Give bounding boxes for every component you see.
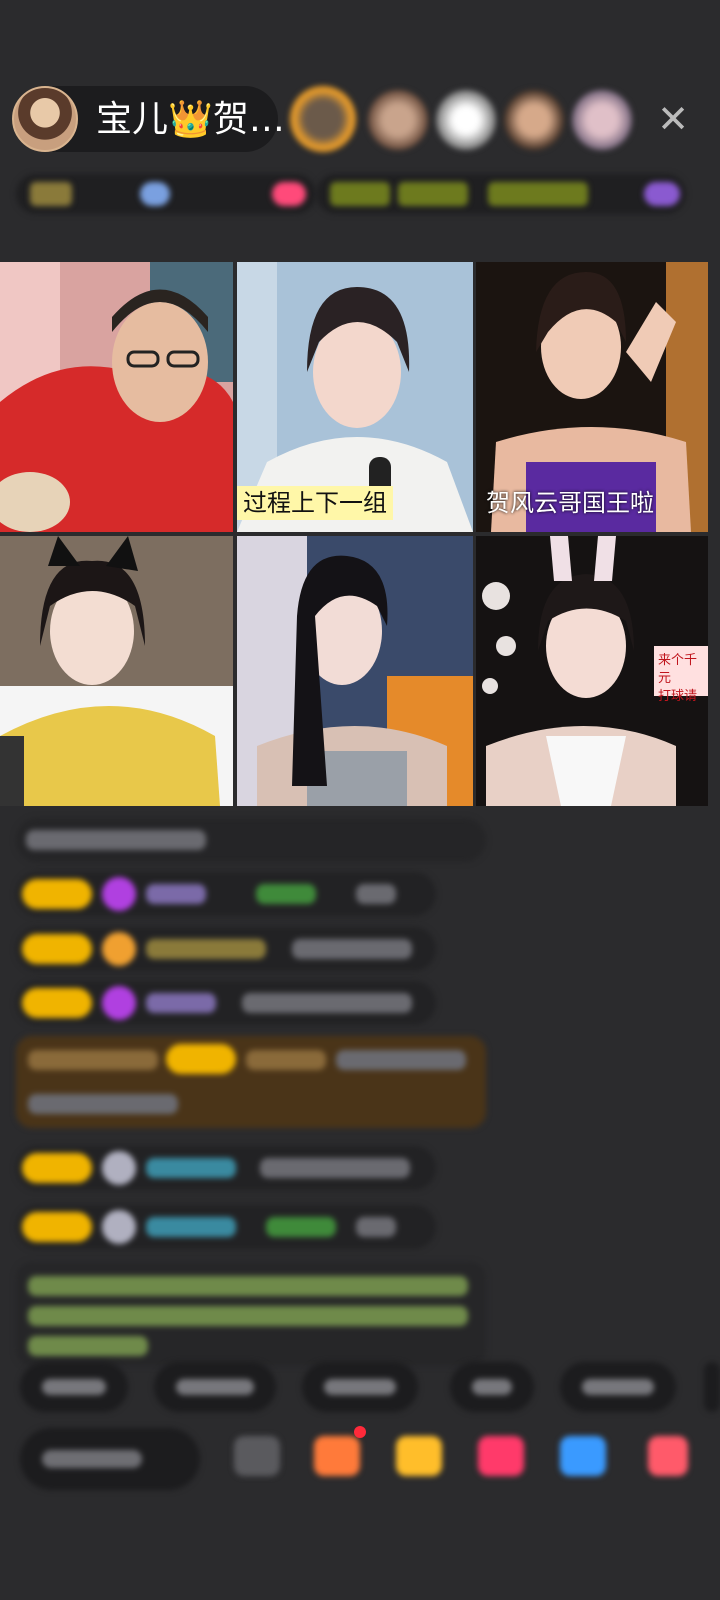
video-tile-6[interactable]: 来个千元 打球请	[476, 536, 708, 806]
ticker-item	[140, 182, 170, 206]
ticker-item	[398, 182, 468, 206]
tile-caption: 过程上下一组	[237, 486, 393, 520]
chat-message[interactable]	[16, 818, 486, 862]
tile-side-note: 来个千元 打球请	[658, 652, 708, 706]
video-tile-4[interactable]	[0, 536, 233, 806]
video-tile-2[interactable]: 过程上下一组	[237, 262, 473, 532]
side-note-line: 来个千元	[658, 653, 698, 686]
ticker-item	[488, 182, 588, 206]
gift-icon[interactable]	[396, 1436, 442, 1476]
heart-icon[interactable]	[478, 1436, 524, 1476]
ticker-item	[330, 182, 390, 206]
quick-reply-chip[interactable]	[20, 1362, 128, 1412]
quick-reply-chip[interactable]	[704, 1362, 720, 1412]
system-notice	[16, 1262, 486, 1366]
close-icon[interactable]: ✕	[650, 96, 696, 142]
top-viewer-avatar[interactable]	[290, 86, 356, 152]
chat-message[interactable]	[16, 1205, 436, 1249]
viewer-avatar[interactable]	[572, 90, 632, 150]
chat-message[interactable]	[16, 1146, 436, 1190]
side-note-line: 打球请	[658, 689, 698, 704]
chat-message[interactable]	[16, 927, 436, 971]
chat-message[interactable]	[16, 981, 436, 1025]
viewer-avatar[interactable]	[504, 90, 564, 150]
chat-message[interactable]	[16, 872, 436, 916]
notification-dot	[354, 1426, 366, 1438]
chat-input[interactable]	[20, 1428, 200, 1490]
video-tile-1[interactable]	[0, 262, 233, 532]
quick-reply-chip[interactable]	[154, 1362, 276, 1412]
viewer-avatar[interactable]	[436, 90, 496, 150]
more-icon[interactable]	[648, 1436, 688, 1476]
quick-reply-chip[interactable]	[302, 1362, 418, 1412]
viewer-avatar[interactable]	[368, 90, 428, 150]
host-avatar[interactable]	[12, 86, 78, 152]
host-name: 宝儿👑贺…	[96, 99, 285, 140]
ticker-item	[30, 182, 72, 206]
tile-caption: 贺风云哥国王啦	[486, 489, 654, 517]
gift-box-icon[interactable]	[314, 1436, 360, 1476]
quick-reply-chip[interactable]	[450, 1362, 534, 1412]
video-tile-5[interactable]	[237, 536, 473, 806]
ticker-item	[272, 182, 306, 206]
ticker-item	[644, 182, 680, 206]
emoji-icon[interactable]	[234, 1436, 280, 1476]
highlighted-chat-message[interactable]	[16, 1036, 486, 1128]
quick-reply-chip[interactable]	[560, 1362, 676, 1412]
video-tile-3[interactable]: 贺风云哥国王啦	[476, 262, 708, 532]
message-icon[interactable]	[560, 1436, 606, 1476]
